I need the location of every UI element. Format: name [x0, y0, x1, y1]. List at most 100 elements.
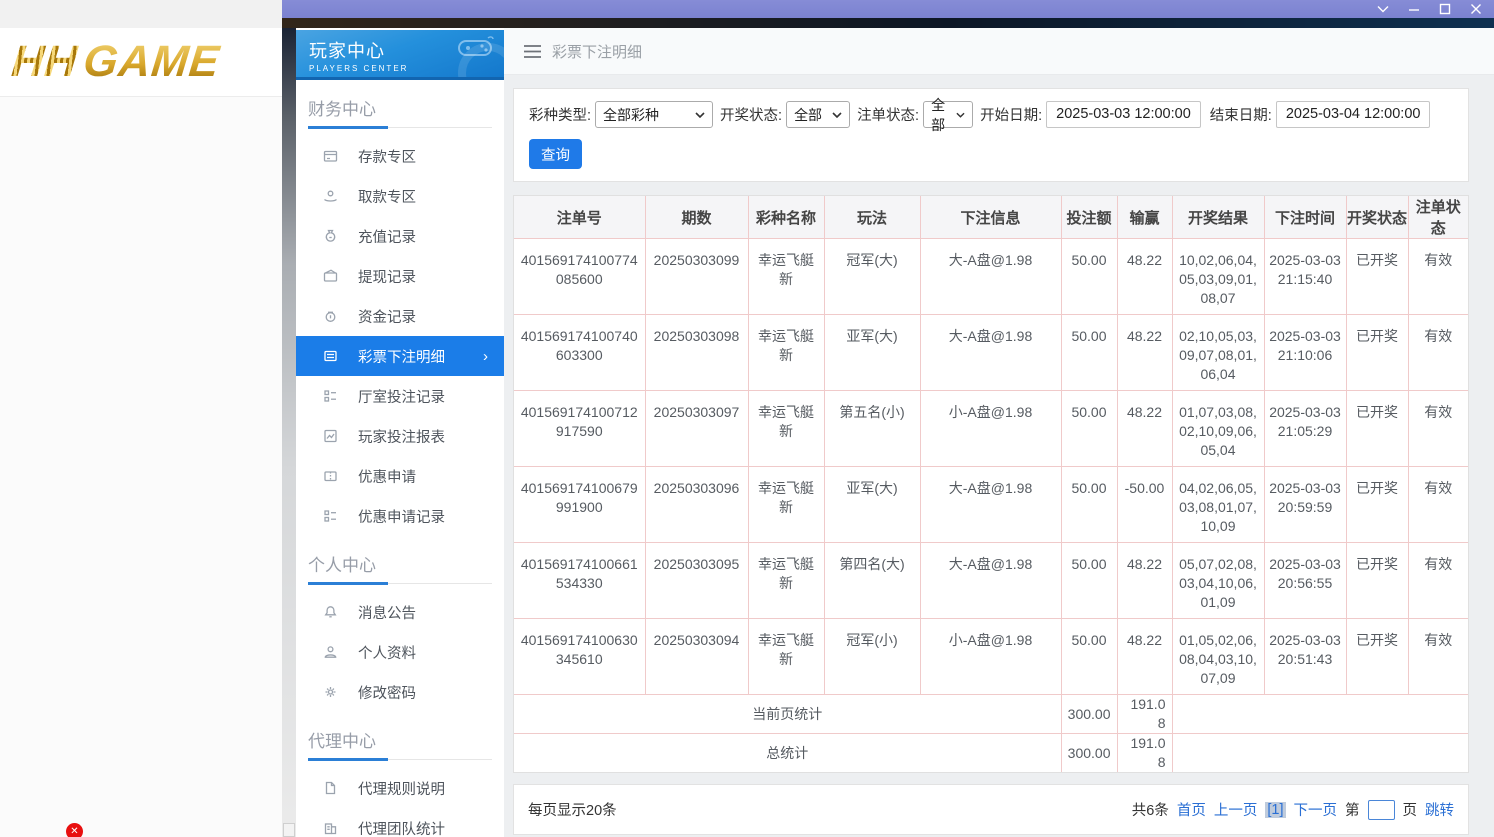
prev-page-link[interactable]: 上一页: [1214, 799, 1258, 820]
hh-game-logo: HHGAME: [9, 37, 222, 87]
table-cell: 50.00: [1060, 618, 1117, 695]
jump-action-link[interactable]: 跳转: [1425, 799, 1454, 820]
sidebar-item-password-gear[interactable]: 修改密码: [296, 672, 504, 712]
page-size-text: 每页显示20条: [528, 803, 617, 819]
table-cell: 幸运飞艇新: [747, 466, 824, 543]
error-close-icon[interactable]: ✕: [66, 823, 83, 837]
menu-toggle-icon[interactable]: [524, 44, 541, 58]
close-button[interactable]: [1468, 2, 1484, 16]
table-cell: 大-A盘@1.98: [919, 238, 1061, 315]
sidebar-item-player-bet-report[interactable]: 玩家投注报表: [296, 416, 504, 456]
sidebar-item-agent-rules[interactable]: 代理规则说明: [296, 768, 504, 808]
summary-row: 总统计 300.00 191.08: [514, 733, 1468, 772]
main-area: 彩票下注明细 彩种类型: 全部彩种 开奖状态: 全部 注单状态: 全部 开始日期…: [504, 28, 1494, 837]
table-cell: 48.22: [1116, 542, 1172, 619]
sidebar-item-hall-bet-record[interactable]: 厅室投注记录: [296, 376, 504, 416]
table-cell: 小-A盘@1.98: [919, 618, 1061, 695]
column-header: 彩种名称: [747, 196, 824, 239]
password-gear-icon: [322, 684, 339, 700]
sidebar-item-agent-team[interactable]: 代理团队统计: [296, 808, 504, 837]
column-header: 开奖结果: [1171, 196, 1264, 239]
column-header: 开奖状态: [1345, 196, 1408, 239]
sidebar-item-lottery-bet-detail[interactable]: 彩票下注明细 ›: [296, 336, 504, 376]
table-cell: 2025-03-03 20:51:43: [1263, 618, 1346, 695]
sidebar: 玩家中心 PLAYERS CENTER 财务中心 存款专区 取款专区 充值记录 提现记: [296, 28, 504, 837]
table-cell: 2025-03-03 20:59:59: [1263, 466, 1346, 543]
sidebar-item-withdraw[interactable]: 取款专区: [296, 176, 504, 216]
background-top-strip: [0, 0, 282, 28]
chevron-down-icon[interactable]: [1375, 2, 1391, 16]
sidebar-item-funds-record[interactable]: 资金记录: [296, 296, 504, 336]
sidebar-item-label: 优惠申请记录: [358, 509, 445, 526]
sidebar-item-recharge-record[interactable]: 充值记录: [296, 216, 504, 256]
sidebar-item-profile[interactable]: 个人资料: [296, 632, 504, 672]
table-cell: 已开奖: [1345, 390, 1408, 467]
table-cell: 48.22: [1116, 390, 1172, 467]
hall-bet-record-icon: [322, 388, 339, 404]
sidebar-item-label: 优惠申请: [358, 469, 416, 486]
table-cell: 20250303099: [644, 238, 748, 315]
minimize-button[interactable]: [1406, 2, 1422, 16]
summary-label: 当前页统计: [514, 694, 1061, 734]
table-row: 401569174100661534330 20250303095 幸运飞艇新 第四名…: [514, 542, 1468, 619]
sidebar-item-label: 取款专区: [358, 189, 416, 206]
sidebar-item-deposit[interactable]: 存款专区: [296, 136, 504, 176]
table-cell: 有效: [1407, 466, 1468, 543]
sidebar-item-withdrawal-record[interactable]: 提现记录: [296, 256, 504, 296]
table-cell: 已开奖: [1345, 618, 1408, 695]
table-cell: 有效: [1407, 238, 1468, 315]
table-cell: 小-A盘@1.98: [919, 390, 1061, 467]
column-header: 投注额: [1060, 196, 1117, 239]
lottery-bet-detail-icon: [322, 348, 339, 364]
table-cell: 20250303097: [644, 390, 748, 467]
table-cell: 2025-03-03 21:15:40: [1263, 238, 1346, 315]
order-status-select[interactable]: 全部: [923, 97, 974, 133]
total-count-text: 共6条: [1131, 803, 1169, 819]
column-header: 期数: [644, 196, 748, 239]
sidebar-item-label: 资金记录: [358, 309, 416, 326]
table-cell: 已开奖: [1345, 542, 1408, 619]
maximize-button[interactable]: [1437, 2, 1453, 16]
next-page-link[interactable]: 下一页: [1294, 799, 1338, 820]
page-jump-input[interactable]: [1367, 799, 1395, 820]
table-cell: 50.00: [1060, 390, 1117, 467]
sidebar-item-promo-record[interactable]: 优惠申请记录: [296, 496, 504, 536]
jump-prefix-label: 第: [1345, 803, 1360, 819]
end-date-input[interactable]: 2025-03-04 12:00:00: [1275, 101, 1431, 128]
table-cell: 48.22: [1116, 238, 1172, 315]
sidebar-item-label: 存款专区: [358, 149, 416, 166]
jump-suffix-label: 页: [1402, 803, 1418, 819]
search-button[interactable]: 查询: [529, 139, 582, 169]
table-cell: 大-A盘@1.98: [919, 466, 1061, 543]
lottery-type-select[interactable]: 全部彩种: [595, 101, 714, 128]
sidebar-item-notice-bell[interactable]: 消息公告: [296, 592, 504, 632]
summary-winloss-total: 191.08: [1116, 733, 1172, 772]
table-cell: 01,05,02,06,08,04,03,10,07,09: [1171, 618, 1264, 695]
table-cell: 20250303095: [644, 542, 748, 619]
table-cell: 冠军(小): [823, 618, 920, 695]
table-row: 401569174100712917590 20250303097 幸运飞艇新 第五名…: [514, 390, 1468, 467]
sidebar-item-promo-apply[interactable]: 优惠申请: [296, 456, 504, 496]
table-cell: 50.00: [1060, 238, 1117, 315]
promo-apply-icon: [322, 468, 339, 484]
withdrawal-record-icon: [322, 268, 339, 284]
notice-bell-icon: [322, 604, 339, 620]
draw-status-label: 开奖状态:: [720, 108, 783, 124]
table-row: 401569174100630345610 20250303094 幸运飞艇新 冠军(…: [514, 618, 1468, 695]
table-cell: 48.22: [1116, 314, 1172, 391]
column-header: 下注时间: [1263, 196, 1346, 239]
start-date-input[interactable]: 2025-03-03 12:00:00: [1046, 101, 1201, 128]
table-cell: 第五名(小): [823, 390, 920, 467]
sidebar-item-label: 厅室投注记录: [358, 389, 445, 406]
agent-team-icon: [322, 820, 339, 836]
sidebar-item-label: 充值记录: [358, 229, 416, 246]
draw-status-select[interactable]: 全部: [786, 101, 851, 128]
table-cell: 大-A盘@1.98: [919, 542, 1061, 619]
filter-panel: 彩种类型: 全部彩种 开奖状态: 全部 注单状态: 全部 开始日期: 2025-…: [513, 88, 1469, 182]
withdraw-icon: [322, 188, 339, 204]
first-page-link[interactable]: 首页: [1177, 799, 1206, 820]
table-row: 401569174100774085600 20250303099 幸运飞艇新 冠军(…: [514, 238, 1468, 315]
sidebar-header: 玩家中心 PLAYERS CENTER: [296, 30, 504, 80]
sidebar-section-title: 财务中心: [308, 100, 376, 119]
funds-record-icon: [322, 308, 339, 324]
